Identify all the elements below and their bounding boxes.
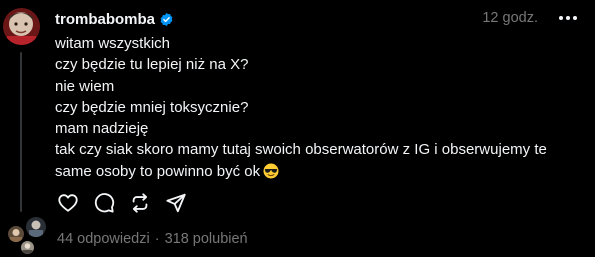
- likes-count[interactable]: 318 polubień: [165, 231, 248, 247]
- post-text-line: mam nadzieję: [55, 120, 149, 138]
- more-icon[interactable]: [558, 8, 578, 28]
- reply-avatar: [19, 239, 36, 256]
- post-stats: 44 odpowiedzi · 318 polubień: [57, 231, 248, 247]
- repost-icon[interactable]: [127, 190, 153, 216]
- post-time[interactable]: 12 godz.: [482, 10, 538, 26]
- send-icon[interactable]: [163, 190, 189, 216]
- reply-avatars: [6, 215, 51, 256]
- post-text-line: tak czy siak skoro mamy tutaj swoich obs…: [55, 141, 547, 159]
- post-text-last-line: same osoby to powinno być ok: [55, 161, 580, 182]
- comment-icon[interactable]: [91, 190, 117, 216]
- post-body: witam wszystkich czy będzie tu lepiej ni…: [55, 33, 580, 182]
- post-text-line: czy będzie mniej toksycznie?: [55, 98, 249, 116]
- post-text-line: same osoby to powinno być ok: [55, 162, 261, 180]
- post-text-line: witam wszystkich: [55, 35, 171, 52]
- avatar[interactable]: [3, 8, 40, 45]
- username[interactable]: trombabomba: [55, 11, 155, 28]
- heart-icon[interactable]: [55, 190, 81, 216]
- reply-avatar: [24, 215, 48, 239]
- post-actions: [55, 190, 199, 216]
- verified-badge-icon: [159, 12, 174, 27]
- thread-line: [20, 52, 22, 212]
- replies-count[interactable]: 44 odpowiedzi: [57, 231, 150, 247]
- stats-separator: ·: [154, 231, 160, 247]
- post-header: trombabomba: [55, 9, 174, 29]
- post-text-line: nie wiem: [55, 77, 115, 95]
- sunglasses-emoji-icon: [263, 163, 279, 179]
- post-text-line: czy będzie tu lepiej niż na X?: [55, 56, 249, 74]
